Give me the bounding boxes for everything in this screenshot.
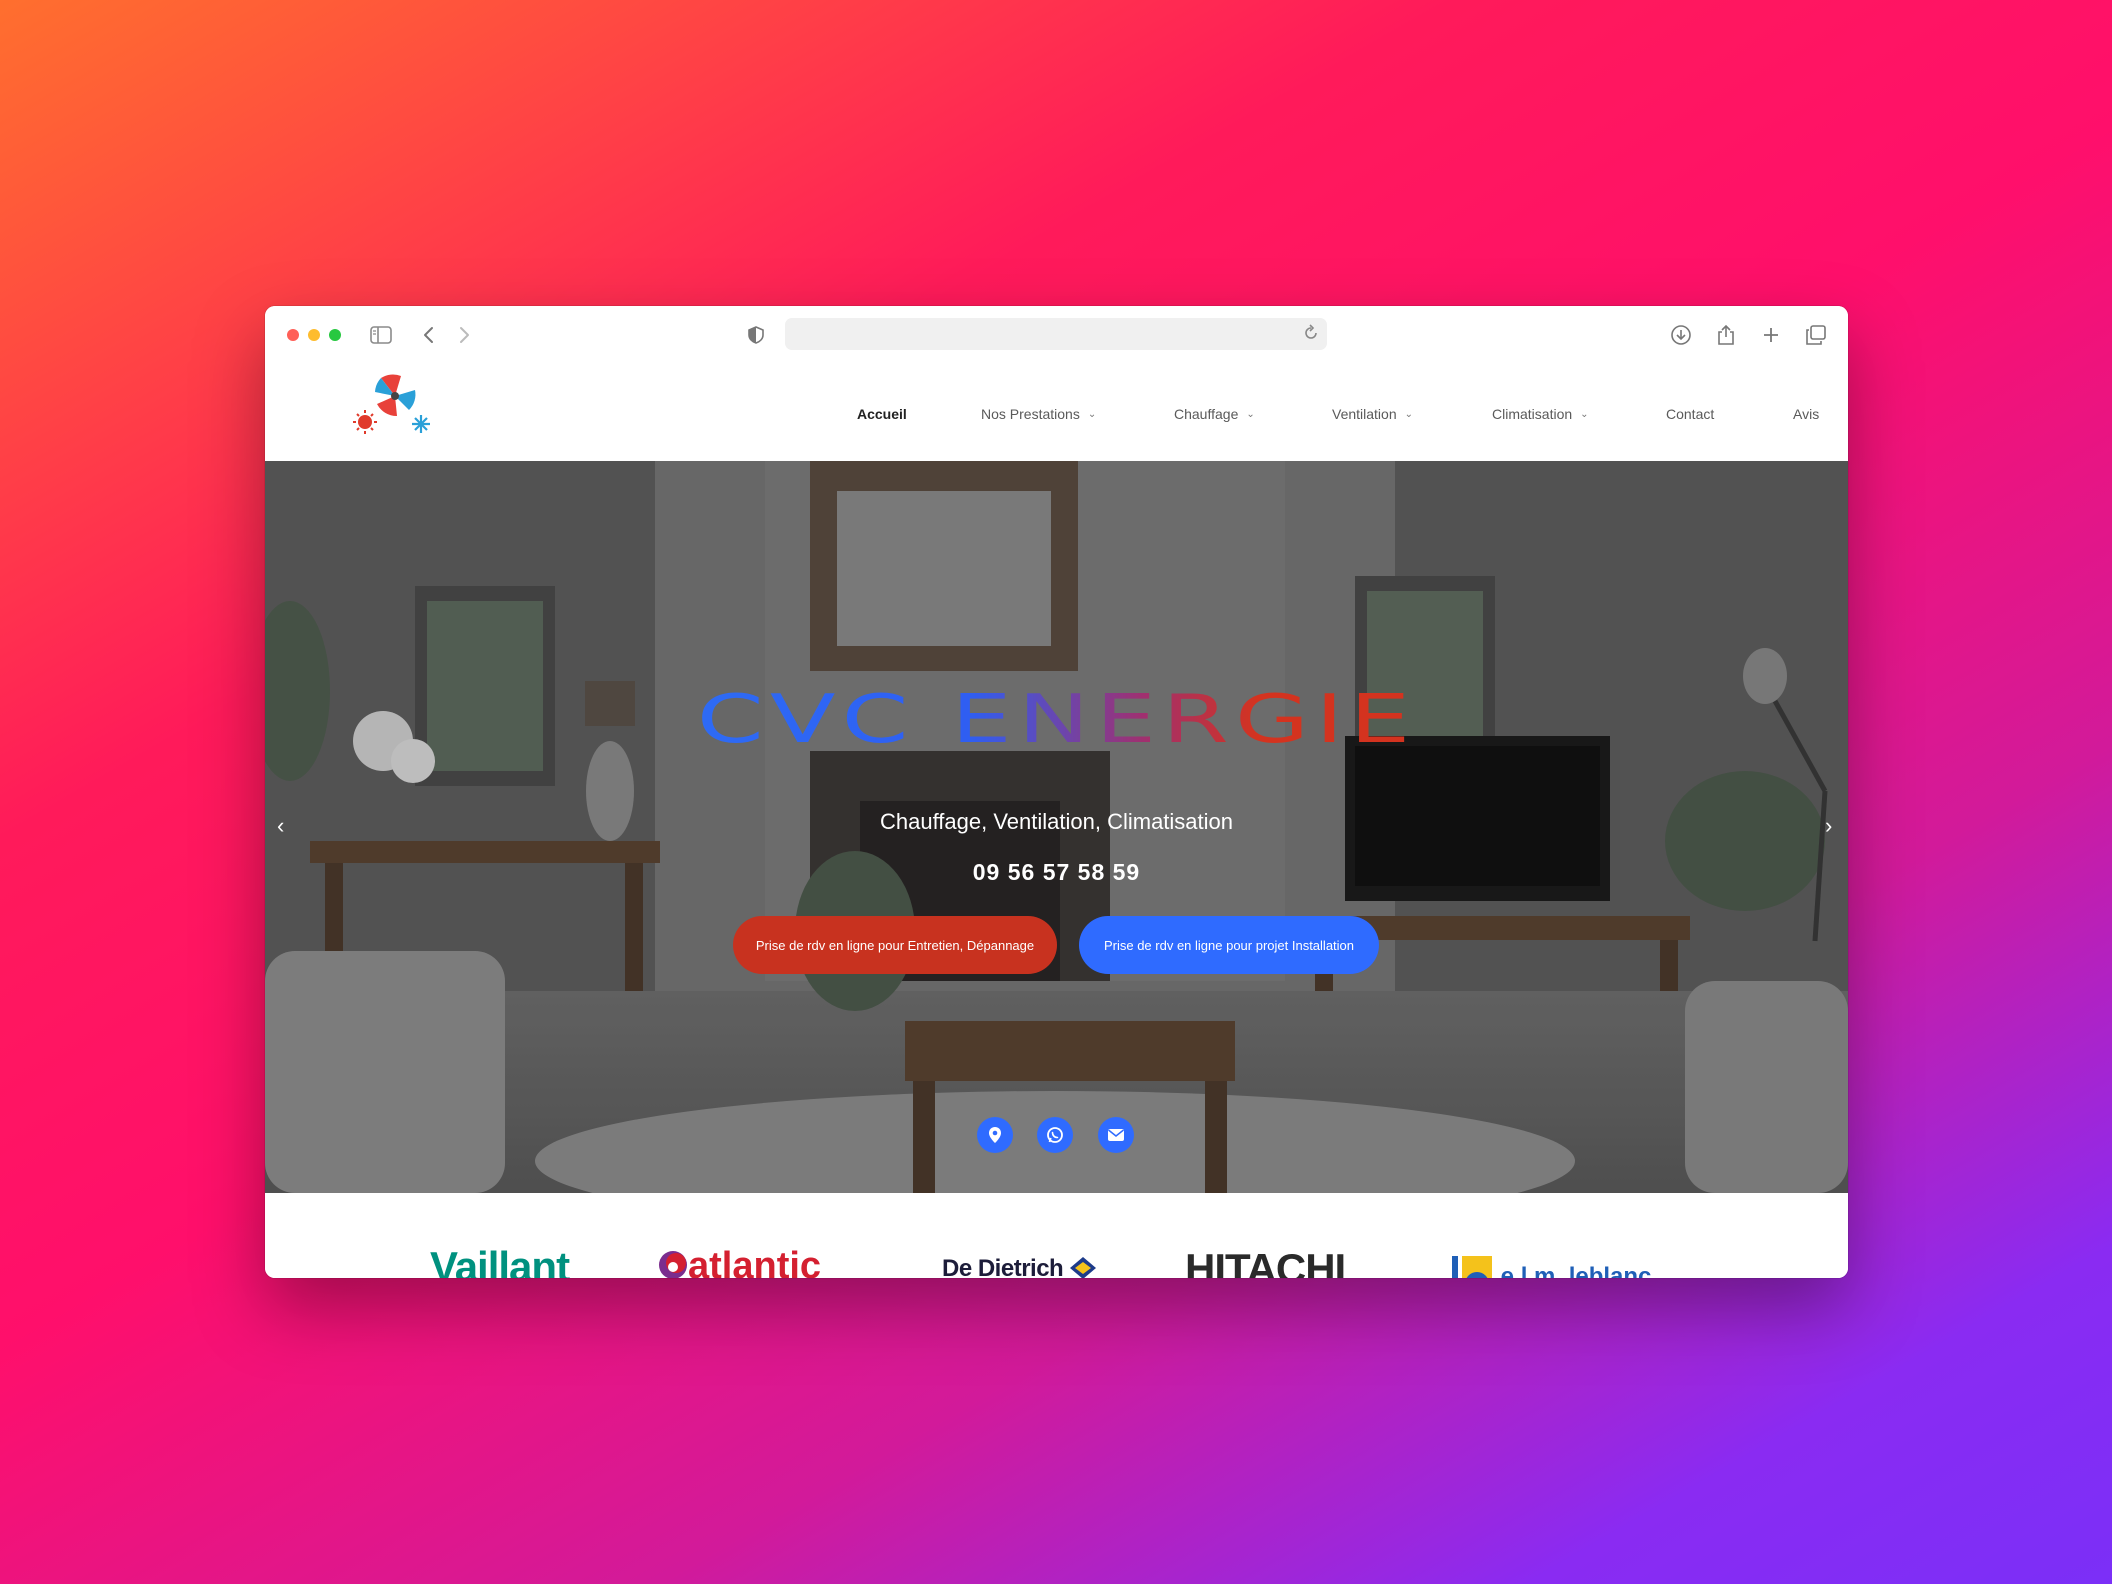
- map-pin-icon[interactable]: [977, 1117, 1013, 1153]
- nav-avis[interactable]: Avis: [1793, 406, 1819, 422]
- brand-hitachi-logo: HITACHI: [1185, 1245, 1346, 1278]
- brand-atlantic-logo: atlantic: [658, 1245, 821, 1278]
- download-icon[interactable]: [1669, 323, 1693, 347]
- hero-phone[interactable]: 09 56 57 58 59: [265, 859, 1848, 886]
- nav-label: Climatisation: [1492, 406, 1573, 422]
- atlantic-swirl-icon: [659, 1251, 687, 1278]
- reload-icon[interactable]: [1301, 322, 1321, 349]
- brand-atlantic-text: atlantic: [688, 1245, 822, 1278]
- forward-icon[interactable]: [452, 323, 476, 347]
- nav-accueil[interactable]: Accueil: [857, 406, 907, 422]
- brand-elm-text: e.l.m. leblanc: [1500, 1263, 1652, 1278]
- nav-label: Accueil: [857, 406, 907, 422]
- appointment-maintenance-button[interactable]: Prise de rdv en ligne pour Entretien, Dé…: [733, 916, 1057, 974]
- elm-leblanc-mark-icon: [1452, 1256, 1492, 1278]
- site-logo[interactable]: [353, 372, 437, 440]
- slider-next-arrow[interactable]: ›: [1825, 813, 1832, 839]
- brand-dedietrich-logo: De Dietrich: [942, 1255, 1097, 1278]
- close-window-button[interactable]: [287, 329, 299, 341]
- nav-ventilation[interactable]: Ventilation ⌄: [1332, 406, 1413, 422]
- slider-prev-arrow[interactable]: ‹: [277, 813, 284, 839]
- shield-icon[interactable]: [744, 323, 768, 347]
- chevron-down-icon: ⌄: [1580, 408, 1589, 420]
- chevron-down-icon: ⌄: [1246, 408, 1255, 420]
- whatsapp-icon[interactable]: [1037, 1117, 1073, 1153]
- hero-slider: CVC ENERGIE Chauffage, Ventilation, Clim…: [265, 461, 1848, 1193]
- chevron-down-icon: ⌄: [1087, 408, 1097, 420]
- browser-toolbar: [265, 306, 1848, 362]
- nav-label: Ventilation: [1332, 406, 1397, 422]
- dedietrich-diamond-icon: [1070, 1257, 1097, 1278]
- back-icon[interactable]: [417, 323, 441, 347]
- nav-chauffage[interactable]: Chauffage ⌄: [1174, 406, 1255, 422]
- nav-contact[interactable]: Contact: [1666, 406, 1714, 422]
- hero-subtitle: Chauffage, Ventilation, Climatisation: [879, 809, 1234, 834]
- brand-elm-leblanc-logo: e.l.m. leblanc: [1450, 1256, 1651, 1278]
- brand-logos-strip: Vaillant atlantic De Dietrich HITACHI e.…: [265, 1193, 1848, 1278]
- nav-climatisation[interactable]: Climatisation ⌄: [1492, 406, 1589, 422]
- brand-vaillant-logo: Vaillant: [430, 1243, 570, 1278]
- nav-label: Nos Prestations: [981, 406, 1080, 422]
- sidebar-icon[interactable]: [369, 323, 393, 347]
- browser-window: Accueil Nos Prestations ⌄ Chauffage ⌄ Ve…: [265, 306, 1848, 1278]
- chevron-down-icon: ⌄: [1404, 408, 1413, 420]
- hero-title-text: CVC ENERGIE: [696, 679, 1417, 759]
- site-header: Accueil Nos Prestations ⌄ Chauffage ⌄ Ve…: [265, 362, 1848, 461]
- appointment-installation-button[interactable]: Prise de rdv en ligne pour projet Instal…: [1079, 916, 1379, 974]
- nav-nos-prestations[interactable]: Nos Prestations ⌄: [981, 406, 1096, 422]
- address-bar[interactable]: [785, 318, 1327, 350]
- hero-title: CVC ENERGIE: [265, 669, 1848, 769]
- tabs-icon[interactable]: [1804, 323, 1828, 347]
- brand-dedietrich-text: De Dietrich: [942, 1255, 1064, 1278]
- envelope-icon[interactable]: [1098, 1117, 1134, 1153]
- nav-label: Chauffage: [1174, 406, 1239, 422]
- nav-label: Contact: [1666, 406, 1715, 422]
- minimize-window-button[interactable]: [308, 329, 320, 341]
- share-icon[interactable]: [1714, 323, 1738, 347]
- nav-label: Avis: [1793, 406, 1820, 422]
- plus-icon[interactable]: [1759, 323, 1783, 347]
- zoom-window-button[interactable]: [329, 329, 341, 341]
